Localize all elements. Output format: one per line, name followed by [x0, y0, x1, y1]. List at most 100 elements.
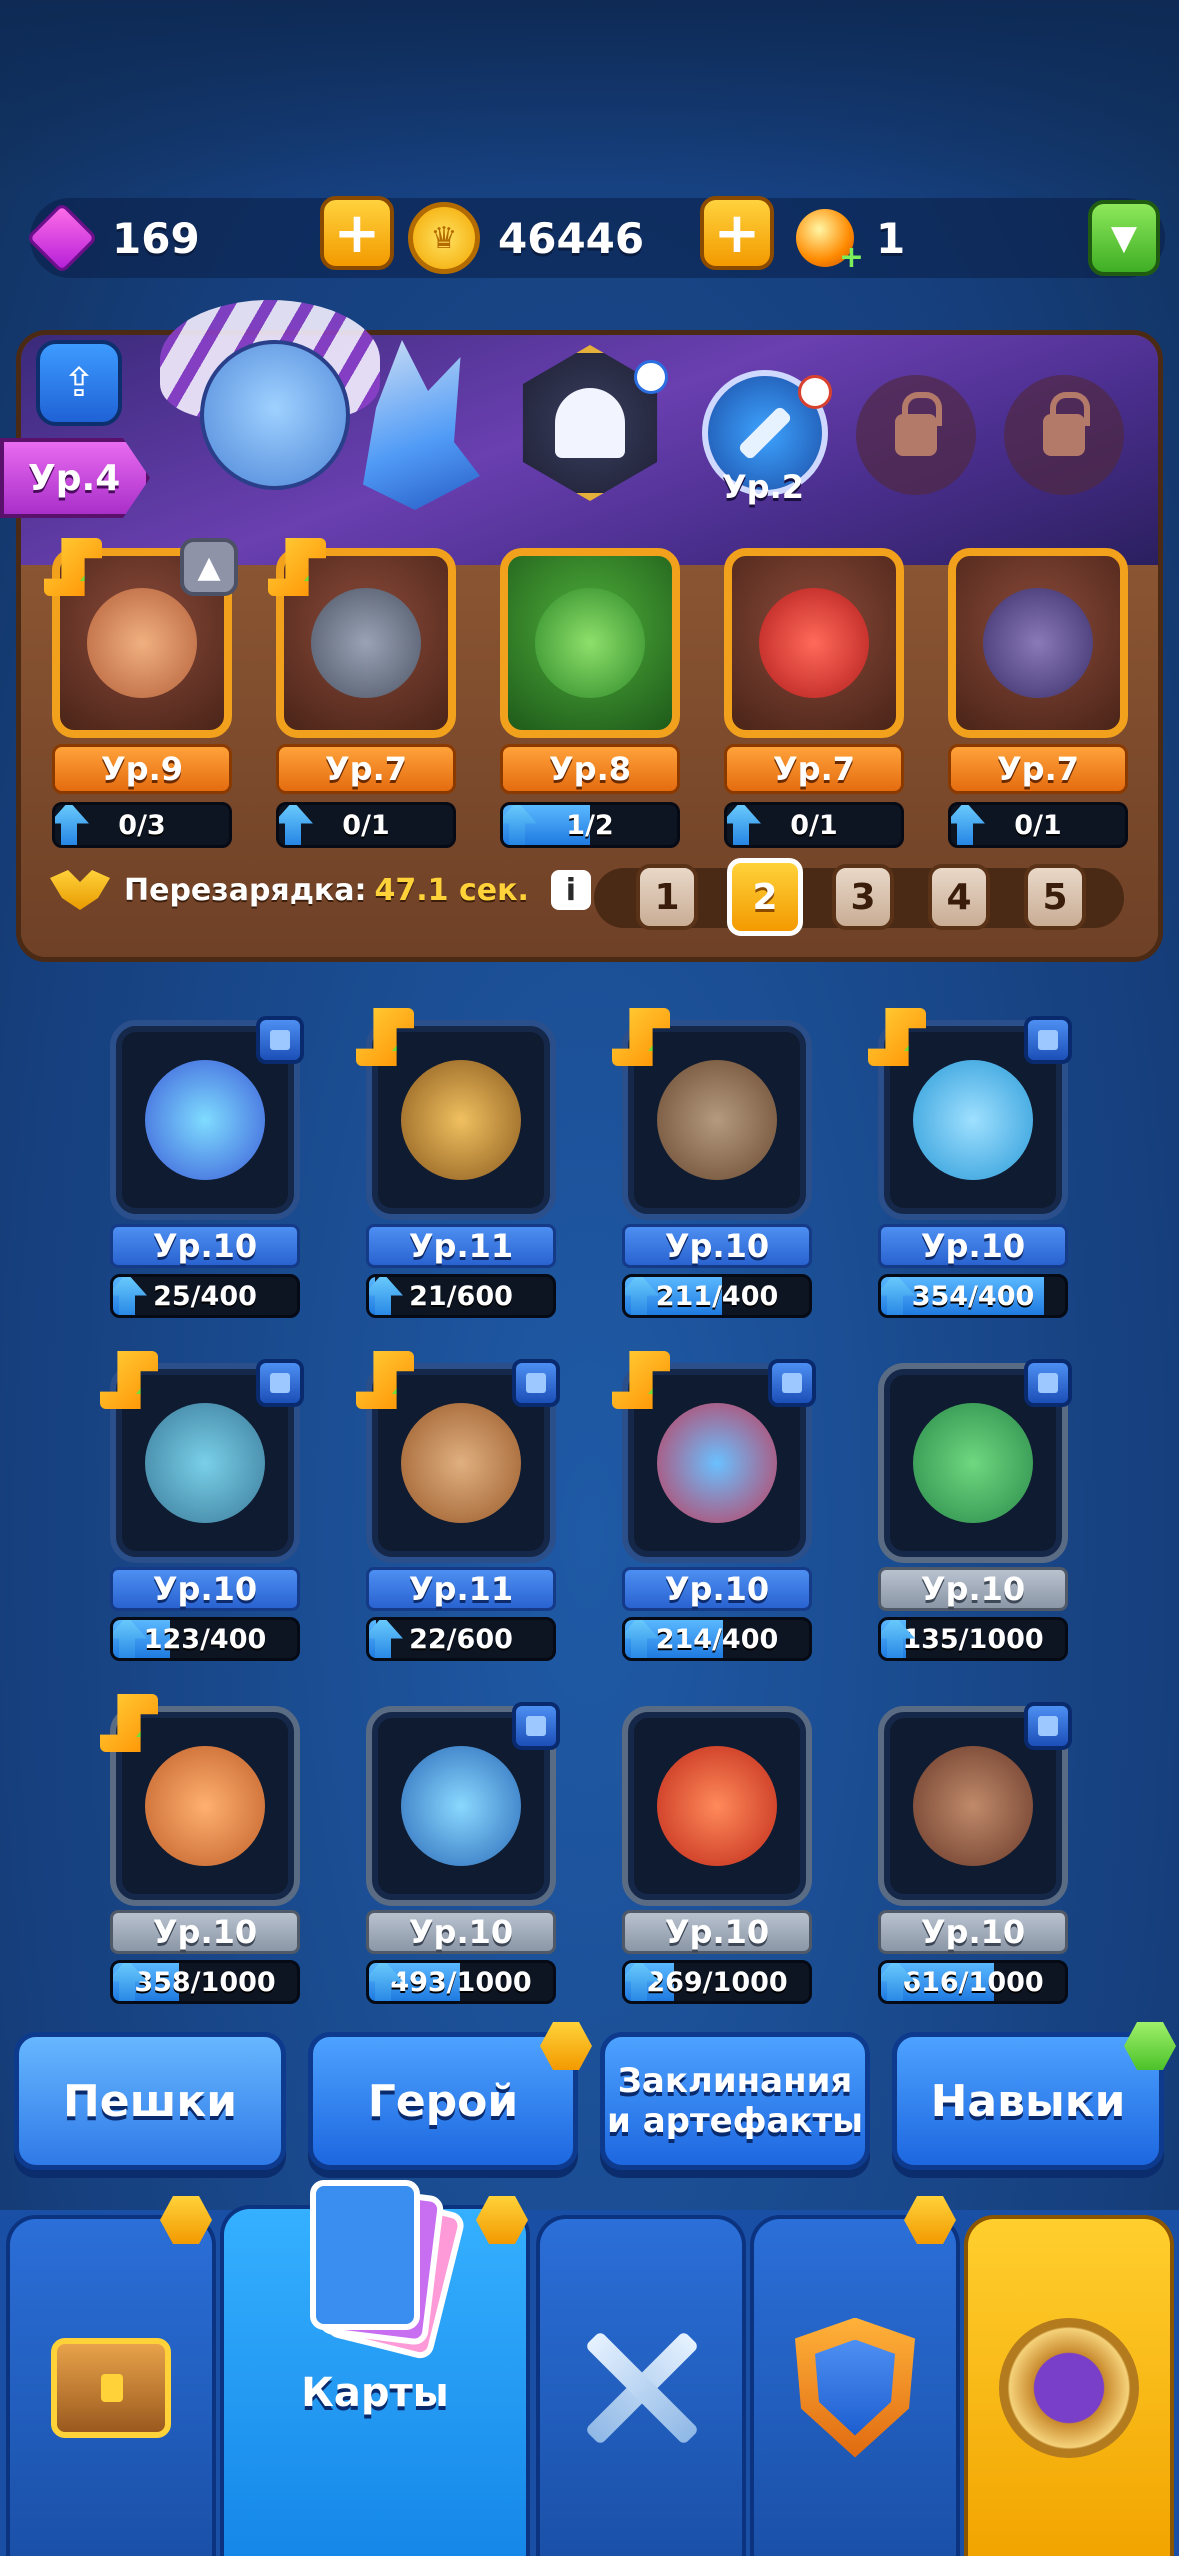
card-progress: 616/1000 [878, 1960, 1068, 2004]
card-progress: 1/2 [500, 802, 680, 848]
mage-unit-icon [657, 1403, 777, 1523]
recharge-label: Перезарядка: [124, 872, 367, 908]
collection-card[interactable]: Ур.10 214/400 [612, 1351, 816, 1661]
progress-text: 123/400 [143, 1623, 267, 1655]
deck-tab-2[interactable]: 2 [727, 858, 803, 936]
deck-card-4[interactable]: Ур.7 0/1 [724, 548, 904, 848]
card-progress: 0/1 [276, 802, 456, 848]
collection-card[interactable]: Ур.10 25/400 [110, 1016, 304, 1318]
collection-card[interactable]: Ур.10 135/1000 [878, 1359, 1072, 1661]
upgrade-available-icon [100, 1694, 158, 1752]
card-level: Ур.7 [276, 744, 456, 794]
collection-card[interactable]: Ур.10 354/400 [868, 1008, 1072, 1318]
fire-mage-unit-icon [657, 1746, 777, 1866]
card-progress: 358/1000 [110, 1960, 300, 2004]
cauldron-unit-icon [145, 1060, 265, 1180]
card-progress: 493/1000 [366, 1960, 556, 2004]
skills-button[interactable]: Навыки [892, 2032, 1164, 2170]
coin-icon: ♛ [408, 202, 480, 274]
progress-text: 0/1 [342, 809, 390, 841]
share-deck-button[interactable]: ⇪ [36, 340, 122, 426]
bard-unit-icon [401, 1403, 521, 1523]
recharge-value: 47.1 сек. [374, 872, 529, 908]
card-progress: 25/400 [110, 1274, 300, 1318]
card-frame [366, 1702, 560, 1906]
lock-icon [1043, 392, 1090, 456]
progress-text: 616/1000 [902, 1966, 1044, 1998]
card-level: Ур.10 [110, 1224, 300, 1268]
collection-card[interactable]: Ур.10 358/1000 [100, 1694, 300, 2004]
hero-button[interactable]: Герой [308, 2032, 578, 2170]
rarity-gem-icon [256, 1016, 304, 1064]
pawns-label: Пешки [62, 2075, 238, 2127]
card-progress: 354/400 [878, 1274, 1068, 1318]
collection-card[interactable]: Ур.11 22/600 [356, 1351, 560, 1661]
card-progress: 269/1000 [622, 1960, 812, 2004]
card-frame [612, 1008, 812, 1220]
card-level: Ур.9 [52, 744, 232, 794]
card-level: Ур.7 [948, 744, 1128, 794]
skills-label: Навыки [930, 2075, 1126, 2127]
collection-card[interactable]: Ур.10 211/400 [612, 1008, 812, 1318]
buy-gems-button[interactable]: + [320, 196, 394, 270]
deck-card-5[interactable]: Ур.7 0/1 [948, 548, 1128, 848]
card-frame [878, 1702, 1072, 1906]
rarity-gem-icon [1024, 1702, 1072, 1750]
card-progress: 0/3 [52, 802, 232, 848]
rarity-gem-icon [512, 1702, 560, 1750]
card-frame [868, 1008, 1072, 1220]
buy-coins-button[interactable]: + [700, 196, 774, 270]
collection-card[interactable]: Ур.10 123/400 [100, 1351, 304, 1661]
hero-portrait[interactable] [130, 290, 510, 540]
collection-card[interactable]: Ур.10 269/1000 [622, 1706, 812, 2004]
card-progress: 22/600 [366, 1617, 556, 1661]
pawns-button[interactable]: Пешки [14, 2032, 286, 2170]
menu-dropdown-button[interactable]: ▼ [1088, 200, 1160, 276]
locked-slot-1[interactable] [856, 375, 976, 495]
info-button[interactable]: i [550, 870, 591, 910]
deck-tab-1[interactable]: 1 [636, 864, 698, 930]
nav-clan[interactable] [750, 2215, 960, 2556]
wizard-unit-icon [401, 1746, 521, 1866]
lock-icon [895, 392, 942, 456]
cannon-unit-icon [657, 1060, 777, 1180]
card-level: Ур.10 [366, 1910, 556, 1954]
clan-shield-icon [795, 2317, 915, 2458]
deck-tab-5[interactable]: 5 [1024, 864, 1086, 930]
spells-label-line1: Заклинания [617, 2061, 853, 2101]
hooded-figure-icon [555, 388, 625, 458]
card-level: Ур.10 [622, 1567, 812, 1611]
nav-battle[interactable] [536, 2215, 746, 2556]
upgrade-available-icon [356, 1008, 414, 1066]
deck-tab-4[interactable]: 4 [928, 864, 990, 930]
deck-tab-3[interactable]: 3 [832, 864, 894, 930]
card-level: Ур.10 [622, 1910, 812, 1954]
card-frame [100, 1694, 300, 1906]
nav-rank[interactable] [964, 2215, 1174, 2556]
card-level: Ур.10 [878, 1567, 1068, 1611]
deck-card-3[interactable]: Ур.8 1/2 [500, 548, 680, 848]
spells-artifacts-button[interactable]: Заклинания и артефакты [600, 2032, 870, 2170]
card-level: Ур.10 [110, 1910, 300, 1954]
share-icon: ⇪ [62, 360, 96, 406]
cards-icon [300, 2179, 467, 2361]
deck-card-2[interactable]: Ур.7 0/1 [268, 538, 456, 848]
coins-value: 46446 [498, 213, 645, 263]
nav-shop[interactable] [6, 2215, 216, 2556]
progress-text: 22/600 [409, 1623, 513, 1655]
collection-card[interactable]: Ур.10 493/1000 [366, 1702, 560, 2004]
progress-text: 214/400 [655, 1623, 779, 1655]
progress-text: 25/400 [153, 1280, 257, 1312]
locked-slot-2[interactable] [1004, 375, 1124, 495]
nav-cards-label: Карты [301, 2369, 449, 2416]
upgrade-available-icon [612, 1351, 670, 1409]
orbs-value: 1 [876, 213, 906, 263]
collection-card[interactable]: Ур.11 21/600 [356, 1008, 556, 1318]
collection-card[interactable]: Ур.10 616/1000 [878, 1702, 1072, 2004]
orbs-counter: 1 [796, 198, 905, 278]
card-frame [500, 548, 680, 738]
progress-text: 354/400 [911, 1280, 1035, 1312]
nav-cards[interactable]: Карты [220, 2179, 530, 2556]
card-progress: 21/600 [366, 1274, 556, 1318]
progress-text: 358/1000 [134, 1966, 276, 1998]
